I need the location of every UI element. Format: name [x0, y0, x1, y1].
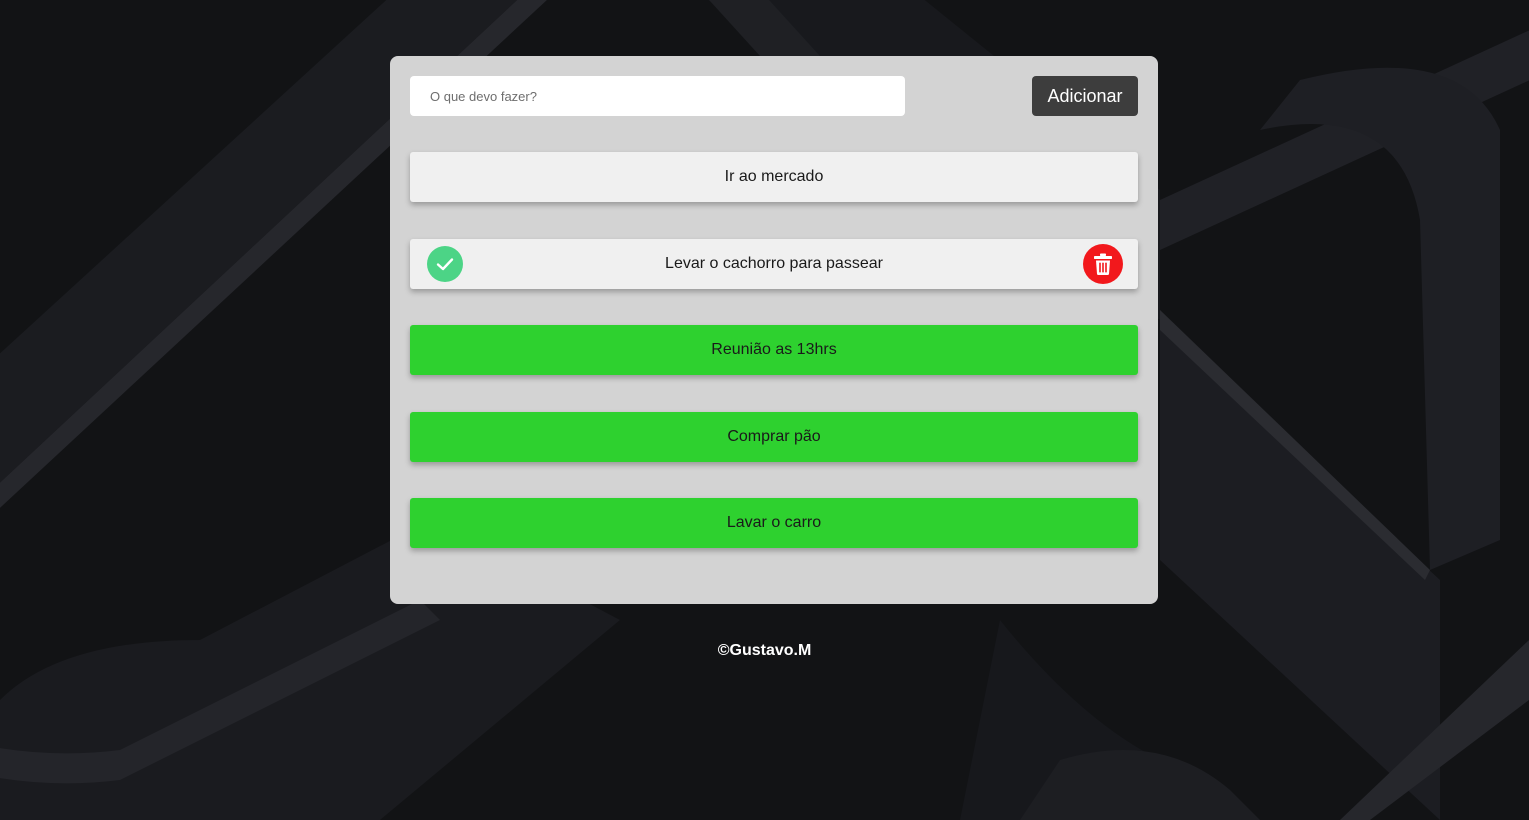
task-label: Lavar o carro	[726, 514, 822, 531]
trash-can-icon	[1094, 253, 1112, 275]
trash-icon[interactable]	[1083, 244, 1123, 284]
task-item[interactable]: Levar o cachorro para passear	[410, 239, 1138, 289]
task-label: Reunião as 13hrs	[711, 341, 837, 358]
task-input[interactable]	[410, 76, 905, 116]
task-label: Levar o cachorro para passear	[665, 255, 883, 272]
task-item[interactable]: Comprar pão	[410, 412, 1138, 462]
task-label: Ir ao mercado	[724, 168, 824, 185]
check-mark-icon	[436, 258, 454, 271]
task-item[interactable]: Ir ao mercado	[410, 152, 1138, 202]
task-item[interactable]: Lavar o carro	[410, 498, 1138, 548]
add-button[interactable]: Adicionar	[1032, 76, 1138, 116]
todo-card: Adicionar Ir ao mercado Levar o cachorro…	[390, 56, 1158, 604]
footer-credit: ©Gustavo.M	[717, 642, 812, 659]
check-circle-icon[interactable]	[427, 246, 463, 282]
task-item[interactable]: Reunião as 13hrs	[410, 325, 1138, 375]
task-label: Comprar pão	[727, 428, 821, 445]
